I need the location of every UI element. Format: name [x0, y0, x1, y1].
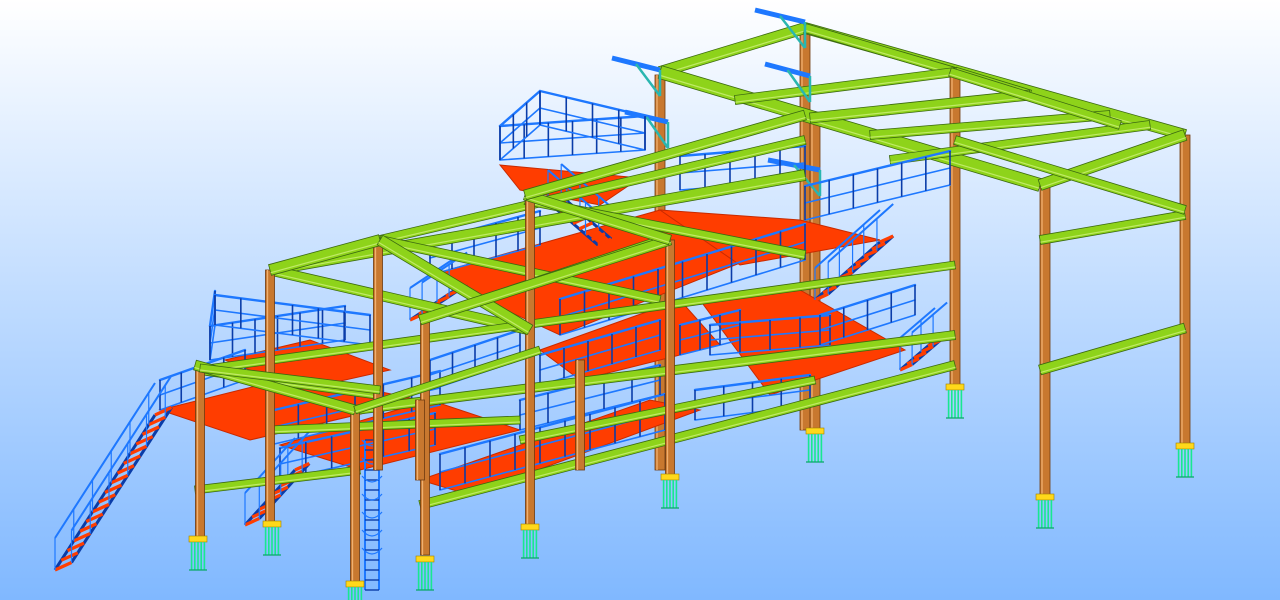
- baseplate: [345, 580, 365, 588]
- baseplate: [1175, 442, 1195, 450]
- baseplate: [1035, 493, 1055, 501]
- steel-structure-model: [0, 0, 1280, 600]
- baseplate: [660, 473, 680, 481]
- model-viewport[interactable]: [0, 0, 1280, 600]
- baseplate: [520, 523, 540, 531]
- baseplate: [415, 555, 435, 563]
- baseplate: [805, 427, 825, 435]
- baseplate: [945, 383, 965, 391]
- baseplate: [262, 520, 282, 528]
- baseplate: [188, 535, 208, 543]
